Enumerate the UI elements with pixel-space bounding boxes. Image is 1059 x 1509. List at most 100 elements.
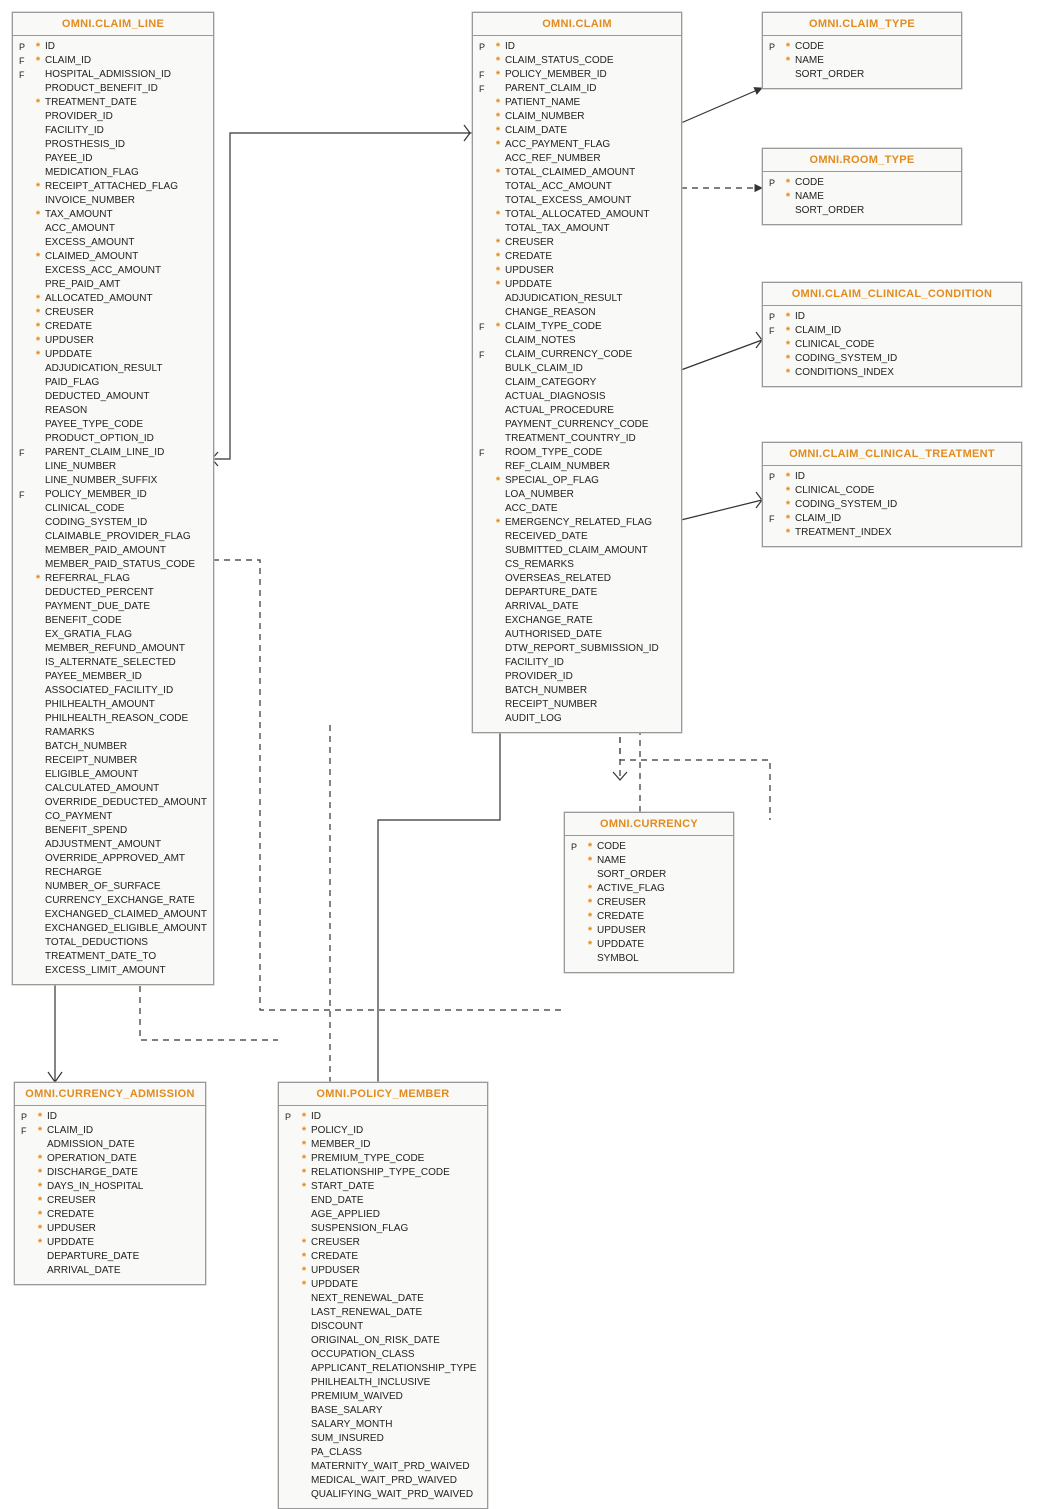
required-indicator: * <box>33 322 43 332</box>
attr-name: END_DATE <box>309 1194 364 1208</box>
attr-name: PAYEE_TYPE_CODE <box>43 418 143 432</box>
attr-name: NAME <box>595 854 626 868</box>
attr-row: EXCHANGED_CLAIMED_AMOUNT <box>19 908 207 922</box>
attr-name: SORT_ORDER <box>793 204 864 218</box>
required-indicator: * <box>33 336 43 346</box>
attr-row: *TREATMENT_INDEX <box>769 526 1015 540</box>
required-indicator: * <box>585 856 595 866</box>
attr-row: ARRIVAL_DATE <box>21 1264 199 1278</box>
attr-row: MEDICATION_FLAG <box>19 166 207 180</box>
required-indicator: * <box>493 280 503 290</box>
key-indicator: F <box>21 1124 35 1138</box>
attr-name: OPERATION_DATE <box>45 1152 137 1166</box>
attr-name: CREUSER <box>45 1194 96 1208</box>
attr-name: NAME <box>793 54 824 68</box>
required-indicator: * <box>585 926 595 936</box>
attr-row: PAYMENT_DUE_DATE <box>19 600 207 614</box>
attr-row: F*CLAIM_ID <box>769 512 1015 526</box>
key-indicator: P <box>769 310 783 324</box>
attr-row: *UPDDATE <box>285 1278 481 1292</box>
attr-row: MATERNITY_WAIT_PRD_WAIVED <box>285 1460 481 1474</box>
attr-name: OCCUPATION_CLASS <box>309 1348 415 1362</box>
required-indicator: * <box>493 210 503 220</box>
attr-name: CLAIM_DATE <box>503 124 567 138</box>
attr-name: UPDDATE <box>595 938 644 952</box>
attr-name: CLAIM_ID <box>793 324 841 338</box>
attr-name: FACILITY_ID <box>503 656 564 670</box>
attr-name: REASON <box>43 404 87 418</box>
required-indicator: * <box>299 1252 309 1262</box>
attr-name: CALCULATED_AMOUNT <box>43 782 159 796</box>
key-indicator: F <box>19 488 33 502</box>
attr-row: F*POLICY_MEMBER_ID <box>479 68 675 82</box>
required-indicator: * <box>493 42 503 52</box>
attr-name: CODING_SYSTEM_ID <box>43 516 147 530</box>
entity-body: P*IDF*CLAIM_IDFHOSPITAL_ADMISSION_IDPROD… <box>13 36 213 984</box>
attr-row: MEMBER_PAID_AMOUNT <box>19 544 207 558</box>
required-indicator: * <box>299 1266 309 1276</box>
required-indicator: * <box>783 340 793 350</box>
key-indicator: F <box>479 348 493 362</box>
required-indicator: * <box>493 476 503 486</box>
required-indicator: * <box>783 192 793 202</box>
attr-name: START_DATE <box>309 1180 374 1194</box>
required-indicator: * <box>493 140 503 150</box>
attr-row: *CONDITIONS_INDEX <box>769 366 1015 380</box>
attr-name: SPECIAL_OP_FLAG <box>503 474 599 488</box>
entity-policy_member: OMNI.POLICY_MEMBERP*ID*POLICY_ID*MEMBER_… <box>278 1082 488 1509</box>
attr-row: EXCESS_AMOUNT <box>19 236 207 250</box>
attr-name: CODING_SYSTEM_ID <box>793 498 897 512</box>
attr-name: CREDATE <box>43 320 92 334</box>
required-indicator: * <box>783 56 793 66</box>
attr-row: F*CLAIM_ID <box>21 1124 199 1138</box>
attr-name: SUBMITTED_CLAIM_AMOUNT <box>503 544 648 558</box>
attr-name: CLAIM_ID <box>45 1124 93 1138</box>
entity-body: P*ID*CLINICAL_CODE*CODING_SYSTEM_IDF*CLA… <box>763 466 1021 546</box>
required-indicator: * <box>493 322 503 332</box>
required-indicator: * <box>783 486 793 496</box>
attr-name: RECEIPT_NUMBER <box>503 698 597 712</box>
attr-row: F*CLAIM_TYPE_CODE <box>479 320 675 334</box>
attr-name: MEDICAL_WAIT_PRD_WAIVED <box>309 1474 457 1488</box>
attr-name: CHANGE_REASON <box>503 306 596 320</box>
required-indicator: * <box>33 252 43 262</box>
required-indicator: * <box>493 238 503 248</box>
attr-name: ID <box>503 40 515 54</box>
entity-currency_admission: OMNI.CURRENCY_ADMISSIONP*IDF*CLAIM_IDADM… <box>14 1082 206 1285</box>
attr-row: *TREATMENT_DATE <box>19 96 207 110</box>
attr-row: CHANGE_REASON <box>479 306 675 320</box>
required-indicator: * <box>493 518 503 528</box>
key-indicator: F <box>479 446 493 460</box>
attr-name: PRODUCT_BENEFIT_ID <box>43 82 158 96</box>
attr-name: EXCESS_ACC_AMOUNT <box>43 264 161 278</box>
required-indicator: * <box>299 1238 309 1248</box>
attr-row: CLAIM_CATEGORY <box>479 376 675 390</box>
attr-row: END_DATE <box>285 1194 481 1208</box>
attr-name: MATERNITY_WAIT_PRD_WAIVED <box>309 1460 470 1474</box>
attr-name: UPDUSER <box>595 924 646 938</box>
key-indicator: P <box>285 1110 299 1124</box>
attr-row: P*CODE <box>571 840 727 854</box>
attr-name: PATIENT_NAME <box>503 96 580 110</box>
entity-title: OMNI.ROOM_TYPE <box>763 149 961 172</box>
attr-name: ID <box>793 310 805 324</box>
attr-name: FACILITY_ID <box>43 124 104 138</box>
attr-row: F*CLAIM_ID <box>19 54 207 68</box>
entity-title: OMNI.CLAIM_CLINICAL_TREATMENT <box>763 443 1021 466</box>
attr-row: TREATMENT_COUNTRY_ID <box>479 432 675 446</box>
attr-name: POLICY_MEMBER_ID <box>43 488 147 502</box>
attr-row: SUSPENSION_FLAG <box>285 1222 481 1236</box>
attr-name: TOTAL_EXCESS_AMOUNT <box>503 194 631 208</box>
attr-row: *TOTAL_CLAIMED_AMOUNT <box>479 166 675 180</box>
entity-claim_type: OMNI.CLAIM_TYPEP*CODE*NAMESORT_ORDER <box>762 12 962 89</box>
attr-row: CURRENCY_EXCHANGE_RATE <box>19 894 207 908</box>
required-indicator: * <box>299 1182 309 1192</box>
attr-name: POLICY_MEMBER_ID <box>503 68 607 82</box>
attr-name: EXCHANGE_RATE <box>503 614 593 628</box>
attr-row: ACTUAL_DIAGNOSIS <box>479 390 675 404</box>
attr-row: *OPERATION_DATE <box>21 1152 199 1166</box>
attr-name: ACTUAL_DIAGNOSIS <box>503 390 606 404</box>
entity-title: OMNI.CLAIM <box>473 13 681 36</box>
attr-row: FHOSPITAL_ADMISSION_ID <box>19 68 207 82</box>
attr-row: OCCUPATION_CLASS <box>285 1348 481 1362</box>
